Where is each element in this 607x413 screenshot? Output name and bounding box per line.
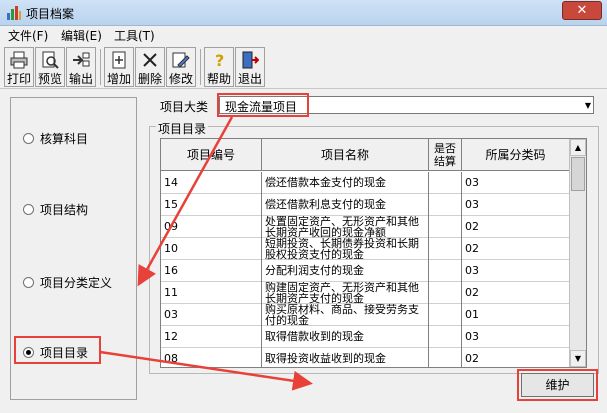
arrow-to-maintain (99, 350, 313, 391)
arrow-to-radio (137, 116, 234, 287)
annotation-arrows (99, 116, 313, 391)
